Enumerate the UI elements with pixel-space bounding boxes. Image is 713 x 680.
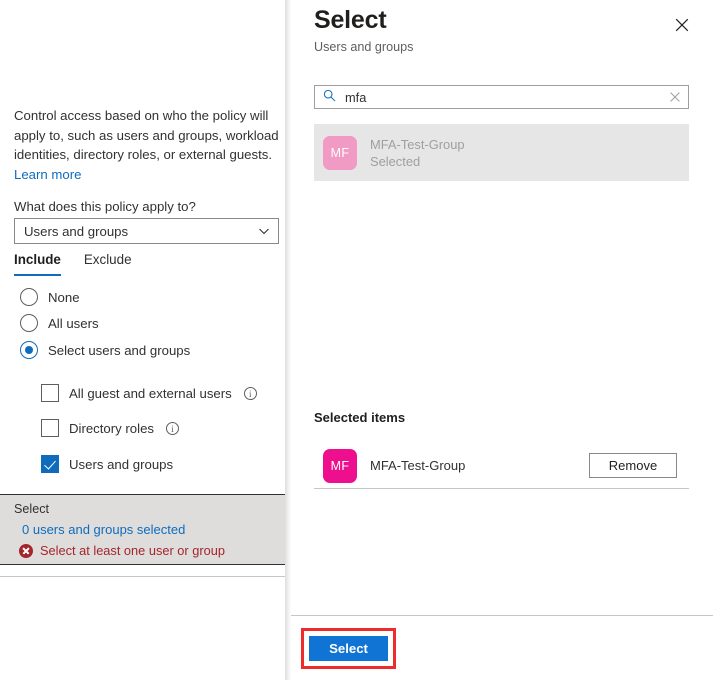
select-summary-count-link[interactable]: 0 users and groups selected (0, 522, 285, 537)
checkbox-directory-roles[interactable]: Directory roles i (41, 419, 179, 437)
avatar: MF (323, 449, 357, 483)
search-result-name: MFA-Test-Group (370, 136, 465, 153)
checkbox-all-guest-indicator (41, 384, 59, 402)
checkbox-users-and-groups-indicator (41, 455, 59, 473)
panel-subtitle: Users and groups (314, 40, 413, 54)
checkbox-all-guest-and-external-users[interactable]: All guest and external users i (41, 384, 257, 402)
select-summary-title: Select (0, 502, 285, 516)
select-summary-error-text: Select at least one user or group (40, 543, 225, 558)
spacer (0, 565, 285, 576)
policy-description: Control access based on who the policy w… (14, 106, 282, 184)
radio-none-label: None (48, 290, 80, 305)
radio-select-users-and-groups-label: Select users and groups (48, 343, 190, 358)
search-input[interactable]: mfa (314, 85, 689, 109)
checkbox-directory-roles-indicator (41, 419, 59, 437)
radio-none[interactable]: None (20, 288, 80, 306)
search-icon (323, 89, 336, 105)
footer-divider (291, 615, 713, 616)
remove-button[interactable]: Remove (589, 453, 677, 478)
search-input-value: mfa (345, 90, 668, 105)
select-summary-box: Select 0 users and groups selected Selec… (0, 495, 285, 564)
radio-all-users-indicator (20, 314, 38, 332)
radio-select-users-and-groups-indicator (20, 341, 38, 359)
policy-apply-to-value: Users and groups (24, 224, 258, 239)
radio-all-users[interactable]: All users (20, 314, 99, 332)
include-exclude-tabs: Include Exclude (14, 252, 132, 276)
radio-select-users-and-groups[interactable]: Select users and groups (20, 341, 190, 359)
checkbox-users-and-groups[interactable]: Users and groups (41, 455, 173, 473)
divider-bottom (0, 576, 285, 577)
policy-description-text: Control access based on who the policy w… (14, 108, 279, 162)
selected-item-name: MFA-Test-Group (370, 458, 589, 473)
select-summary-error: Select at least one user or group (0, 543, 285, 558)
close-icon[interactable] (670, 13, 694, 37)
policy-apply-to-label: What does this policy apply to? (14, 199, 196, 214)
radio-all-users-label: All users (48, 316, 99, 331)
tab-include[interactable]: Include (14, 252, 61, 276)
tab-exclude[interactable]: Exclude (84, 252, 132, 276)
search-result-state: Selected (370, 153, 465, 170)
error-circle-icon (19, 544, 33, 558)
checkbox-users-and-groups-label: Users and groups (69, 457, 173, 472)
checkbox-all-guest-label: All guest and external users (69, 386, 232, 401)
select-button[interactable]: Select (309, 636, 388, 661)
screen-root: Control access based on who the policy w… (0, 0, 713, 680)
learn-more-link[interactable]: Learn more (14, 167, 81, 182)
select-summary-block: Select 0 users and groups selected Selec… (0, 494, 285, 577)
search-result-text: MFA-Test-Group Selected (370, 136, 465, 170)
avatar: MF (323, 136, 357, 170)
select-users-and-groups-panel: Select Users and groups mfa MF (291, 0, 713, 680)
assignments-background-panel: Control access based on who the policy w… (0, 0, 285, 680)
checkbox-directory-roles-label: Directory roles (69, 421, 154, 436)
selected-items-heading: Selected items (314, 410, 405, 425)
info-icon[interactable]: i (244, 387, 257, 400)
selected-item-row: MF MFA-Test-Group Remove (314, 443, 689, 489)
policy-apply-to-dropdown[interactable]: Users and groups (14, 218, 279, 244)
panel-title: Select (314, 6, 386, 35)
search-result-row[interactable]: MF MFA-Test-Group Selected (314, 124, 689, 181)
info-icon[interactable]: i (166, 422, 179, 435)
chevron-down-icon (258, 225, 270, 237)
clear-search-icon[interactable] (668, 90, 682, 104)
radio-none-indicator (20, 288, 38, 306)
